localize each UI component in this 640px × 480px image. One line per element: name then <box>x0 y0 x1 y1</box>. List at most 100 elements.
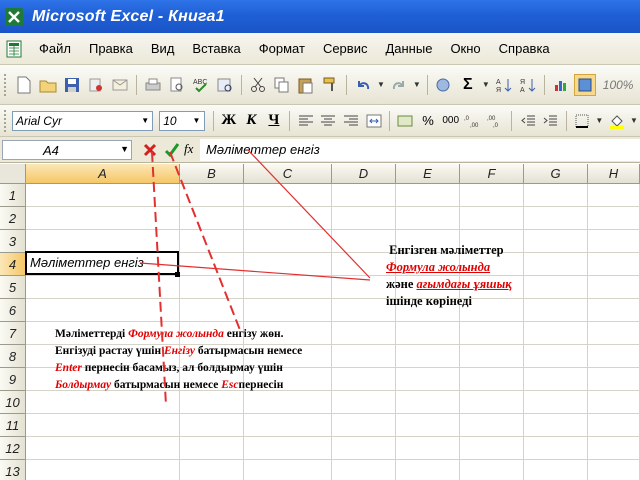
new-document-icon[interactable] <box>13 74 35 96</box>
grid-cell[interactable] <box>588 414 640 437</box>
menu-tools[interactable]: Сервис <box>314 37 377 61</box>
email-icon[interactable] <box>109 74 131 96</box>
underline-button[interactable]: Ч <box>263 110 286 132</box>
print-icon[interactable] <box>142 74 164 96</box>
column-header[interactable]: D <box>332 164 396 184</box>
toolbar-grip[interactable] <box>4 73 7 96</box>
grid-cell[interactable] <box>180 414 244 437</box>
grid-cell[interactable] <box>180 253 244 276</box>
row-header[interactable]: 4 <box>0 253 26 276</box>
formula-input[interactable]: Мәліметтер енгіз <box>200 139 640 161</box>
hyperlink-icon[interactable] <box>433 74 455 96</box>
grid-cell[interactable] <box>460 391 524 414</box>
permission-icon[interactable] <box>85 74 107 96</box>
cancel-entry-icon[interactable] <box>140 139 160 161</box>
fill-handle[interactable] <box>175 272 180 277</box>
grid-cell[interactable] <box>588 460 640 480</box>
menu-window[interactable]: Окно <box>441 37 489 61</box>
column-header[interactable]: B <box>180 164 244 184</box>
grid-cell[interactable] <box>460 437 524 460</box>
borders-dropdown-icon[interactable]: ▼ <box>595 116 603 125</box>
grid-cell[interactable] <box>396 345 460 368</box>
redo-icon[interactable] <box>388 74 410 96</box>
grid-cell[interactable] <box>396 368 460 391</box>
font-size-select[interactable]: 10 ▼ <box>159 110 205 131</box>
grid-cell[interactable] <box>588 345 640 368</box>
grid-cell[interactable] <box>524 207 588 230</box>
name-box[interactable]: A4 ▼ <box>2 140 132 160</box>
grid-cell[interactable] <box>244 230 332 253</box>
grid-cell[interactable] <box>460 414 524 437</box>
autosum-dropdown-icon[interactable]: ▼ <box>482 80 490 89</box>
toolbar-grip[interactable] <box>4 109 7 132</box>
grid-cell[interactable] <box>180 437 244 460</box>
paste-icon[interactable] <box>295 74 317 96</box>
menu-view[interactable]: Вид <box>142 37 184 61</box>
grid-cell[interactable] <box>396 184 460 207</box>
row-header[interactable]: 3 <box>0 230 26 253</box>
grid-cell[interactable] <box>332 207 396 230</box>
grid-cell[interactable] <box>524 460 588 480</box>
row-header[interactable]: 12 <box>0 437 26 460</box>
row-header[interactable]: 9 <box>0 368 26 391</box>
grid-cell[interactable] <box>244 184 332 207</box>
grid-cell[interactable] <box>244 299 332 322</box>
select-all-corner[interactable] <box>0 164 26 184</box>
research-icon[interactable] <box>214 74 236 96</box>
font-name-select[interactable]: Arial Cyr ▼ <box>11 110 154 131</box>
grid-cell[interactable] <box>180 184 244 207</box>
save-icon[interactable] <box>61 74 83 96</box>
column-header[interactable]: E <box>396 164 460 184</box>
grid-cell[interactable] <box>244 276 332 299</box>
workbook-icon[interactable] <box>6 40 22 58</box>
menu-edit[interactable]: Правка <box>80 37 142 61</box>
grid-cell[interactable] <box>524 437 588 460</box>
grid-cell[interactable] <box>244 207 332 230</box>
menu-help[interactable]: Справка <box>490 37 559 61</box>
grid-cell[interactable] <box>180 230 244 253</box>
percent-button[interactable]: % <box>418 110 439 132</box>
row-header[interactable]: 2 <box>0 207 26 230</box>
grid-cell[interactable] <box>26 230 180 253</box>
chart-wizard-icon[interactable] <box>550 74 572 96</box>
align-right-icon[interactable] <box>341 110 362 132</box>
grid-cell[interactable] <box>332 184 396 207</box>
enter-check-icon[interactable] <box>162 139 182 161</box>
grid-cell[interactable] <box>460 368 524 391</box>
grid-cell[interactable] <box>396 414 460 437</box>
row-header[interactable]: 13 <box>0 460 26 480</box>
column-header[interactable]: H <box>588 164 640 184</box>
grid-cell[interactable] <box>26 299 180 322</box>
undo-icon[interactable] <box>352 74 374 96</box>
italic-button[interactable]: К <box>240 110 263 132</box>
grid-cell[interactable] <box>180 391 244 414</box>
copy-icon[interactable] <box>271 74 293 96</box>
grid-cell[interactable] <box>244 253 332 276</box>
grid-cell[interactable] <box>396 437 460 460</box>
grid-cell[interactable] <box>26 437 180 460</box>
chevron-down-icon[interactable]: ▼ <box>138 111 153 130</box>
autosum-icon[interactable]: Σ <box>457 74 479 96</box>
merge-center-icon[interactable] <box>363 110 384 132</box>
grid-cell[interactable] <box>332 437 396 460</box>
grid-cell[interactable] <box>180 276 244 299</box>
borders-icon[interactable] <box>572 110 593 132</box>
grid-cell[interactable] <box>26 184 180 207</box>
grid-cell[interactable] <box>244 391 332 414</box>
grid-cell[interactable] <box>26 276 180 299</box>
grid-cell[interactable] <box>524 184 588 207</box>
grid-cell[interactable] <box>524 414 588 437</box>
column-header[interactable]: A <box>26 164 180 184</box>
active-cell-a4[interactable]: Мәліметтер енгіз <box>25 251 179 275</box>
grid-cell[interactable] <box>244 414 332 437</box>
excel-app-icon[interactable] <box>4 7 24 27</box>
grid-cell[interactable] <box>460 184 524 207</box>
grid-cell[interactable] <box>588 184 640 207</box>
grid-cell[interactable] <box>26 391 180 414</box>
chevron-down-icon[interactable]: ▼ <box>189 111 204 130</box>
sort-ascending-icon[interactable]: AЯ <box>493 74 515 96</box>
grid-cell[interactable] <box>588 368 640 391</box>
grid-cell[interactable] <box>396 207 460 230</box>
grid-cell[interactable] <box>396 322 460 345</box>
column-header[interactable]: F <box>460 164 524 184</box>
